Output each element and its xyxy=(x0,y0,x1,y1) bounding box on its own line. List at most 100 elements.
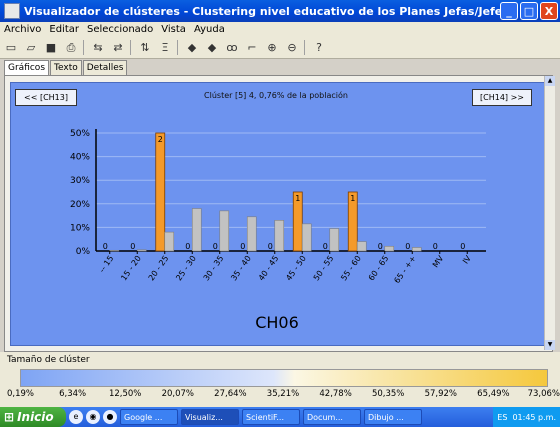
task-documento[interactable]: Docum... xyxy=(303,409,361,425)
sort-icon[interactable]: ⇅ xyxy=(136,40,154,56)
x-tick-label: 30 - 35 xyxy=(202,254,226,282)
cluster-count-label: 0 xyxy=(378,242,383,251)
legend-tick: 57,92% xyxy=(424,389,458,399)
population-bar xyxy=(219,210,230,252)
toolbar-separator xyxy=(177,40,178,55)
x-tick-label: 25 - 30 xyxy=(174,254,198,282)
cluster-size-legend: Tamaño de clúster 0,19% 6,34% 12,50% 20,07%… xyxy=(0,352,560,407)
x-tick-label: -- 15 xyxy=(97,254,115,274)
y-tick-label: 40% xyxy=(70,153,90,163)
cluster-count-label: 0 xyxy=(185,242,190,251)
y-tick-label: 0% xyxy=(76,247,91,257)
bar-chart: 0% 10% 20% 30% 40% 50% 0 -- 15 0 15 - 20 2 20 - 25 0… xyxy=(70,129,486,332)
legend-tick: 73,06% xyxy=(527,389,560,399)
filter-icon[interactable]: Ξ xyxy=(156,40,174,56)
tab-detalles[interactable]: Detalles xyxy=(82,60,128,75)
menu-archivo[interactable]: Archivo xyxy=(0,24,45,35)
tab-graficos[interactable]: Gráficos xyxy=(4,60,50,75)
print-icon[interactable]: ⎙ xyxy=(62,40,80,56)
select-icon[interactable]: ⌐ xyxy=(243,40,261,56)
legend-tick: 20,07% xyxy=(161,389,195,399)
cluster-count-label: 0 xyxy=(240,242,245,251)
legend-tick: 6,34% xyxy=(59,389,87,399)
close-button[interactable]: X xyxy=(540,2,558,20)
x-tick-label: 55 - 60 xyxy=(339,254,363,282)
legend-title: Tamaño de clúster xyxy=(7,355,90,365)
cluster-count-label: 0 xyxy=(103,242,108,251)
x-tick-label: 50 - 55 xyxy=(312,254,336,282)
ie-icon[interactable]: e xyxy=(69,410,83,424)
zoom-in-icon[interactable]: ⊕ xyxy=(263,40,281,56)
zoom-out-icon[interactable]: ⊖ xyxy=(283,40,301,56)
x-tick-label: MV xyxy=(431,254,446,270)
x-tick-label: 65 - ++ xyxy=(392,254,417,285)
save-icon[interactable]: ■ xyxy=(42,40,60,56)
scroll-up-icon[interactable]: ▲ xyxy=(545,76,555,86)
scroll-down-icon[interactable]: ▼ xyxy=(545,340,555,350)
population-bar xyxy=(329,228,340,252)
y-tick-label: 20% xyxy=(70,200,90,210)
maximize-button[interactable]: □ xyxy=(520,2,538,20)
windows-logo-icon: ⊞ xyxy=(4,410,15,424)
arrow-left-icon[interactable]: ◆ xyxy=(183,40,201,56)
cluster-count-label: 1 xyxy=(350,194,355,203)
cluster-count-label: 0 xyxy=(268,242,273,251)
minimize-button[interactable]: _ xyxy=(500,2,518,20)
cluster-count-label: 0 xyxy=(323,242,328,251)
population-bar xyxy=(356,241,367,252)
task-google[interactable]: Google ... xyxy=(120,409,178,425)
toolbar-separator xyxy=(130,40,131,55)
system-tray: ES 01:45 p.m. xyxy=(493,407,560,427)
start-label: Inicio xyxy=(17,410,54,424)
population-bar xyxy=(246,216,257,252)
x-tick-label: 20 - 25 xyxy=(147,254,171,282)
vertical-scrollbar[interactable]: ▲ ▼ xyxy=(544,76,555,350)
taskbar: ⊞ Inicio e ◉ ● Google ... Visualiz... Sci… xyxy=(0,407,560,427)
swap-icon[interactable]: ⇆ xyxy=(89,40,107,56)
tab-texto[interactable]: Texto xyxy=(50,60,82,75)
task-visualizador[interactable]: Visualiz... xyxy=(181,409,239,425)
population-bar xyxy=(109,249,120,252)
language-indicator[interactable]: ES xyxy=(497,413,507,422)
x-tick-label: 35 - 40 xyxy=(229,254,253,282)
population-bar xyxy=(164,231,175,252)
chart-title: CH06 xyxy=(255,313,299,332)
view-tabs: Gráficos Texto Detalles xyxy=(4,60,128,75)
legend-tick-labels: 0,19% 6,34% 12,50% 20,07% 27,64% 35,21% 42,78%… xyxy=(0,389,560,401)
population-bar xyxy=(274,220,285,252)
firefox-icon[interactable]: ● xyxy=(103,410,117,424)
menu-bar: Archivo Editar Seleccionado Vista Ayuda xyxy=(0,22,560,37)
x-tick-label: IV xyxy=(461,254,473,266)
y-tick-label: 30% xyxy=(70,176,90,186)
binoculars-icon[interactable]: ꝏ xyxy=(223,40,241,56)
cluster-count-label: 0 xyxy=(130,242,135,251)
x-tick-label: 15 - 20 xyxy=(119,254,143,282)
new-icon[interactable]: ▭ xyxy=(2,40,20,56)
menu-vista[interactable]: Vista xyxy=(157,24,190,35)
arrow-right-icon[interactable]: ◆ xyxy=(203,40,221,56)
window-title: Visualizador de clústeres - Clustering n… xyxy=(24,4,500,18)
population-bar xyxy=(411,247,422,252)
population-bar xyxy=(301,223,312,252)
toolbar-separator xyxy=(83,40,84,55)
explorer-icon[interactable]: ◉ xyxy=(86,410,100,424)
open-icon[interactable]: ▱ xyxy=(22,40,40,56)
x-tick-label: 60 - 65 xyxy=(367,254,391,282)
x-tick-label: 40 - 45 xyxy=(257,254,281,282)
legend-tick: 42,78% xyxy=(319,389,352,399)
legend-tick: 50,35% xyxy=(371,389,405,399)
task-dibujo[interactable]: Dibujo ... xyxy=(364,409,422,425)
y-tick-label: 10% xyxy=(70,223,90,233)
start-button[interactable]: ⊞ Inicio xyxy=(0,407,66,427)
task-scientific[interactable]: ScientiF... xyxy=(242,409,300,425)
legend-tick: 27,64% xyxy=(214,389,247,399)
clock: 01:45 p.m. xyxy=(512,412,556,422)
help-icon[interactable]: ? xyxy=(310,40,328,56)
swap-alt-icon[interactable]: ⇄ xyxy=(109,40,127,56)
menu-editar[interactable]: Editar xyxy=(45,24,83,35)
cluster-count-label: 2 xyxy=(158,135,163,144)
legend-tick: 12,50% xyxy=(108,389,142,399)
menu-ayuda[interactable]: Ayuda xyxy=(190,24,229,35)
title-bar: Visualizador de clústeres - Clustering n… xyxy=(0,0,560,22)
menu-seleccionado[interactable]: Seleccionado xyxy=(83,24,157,35)
